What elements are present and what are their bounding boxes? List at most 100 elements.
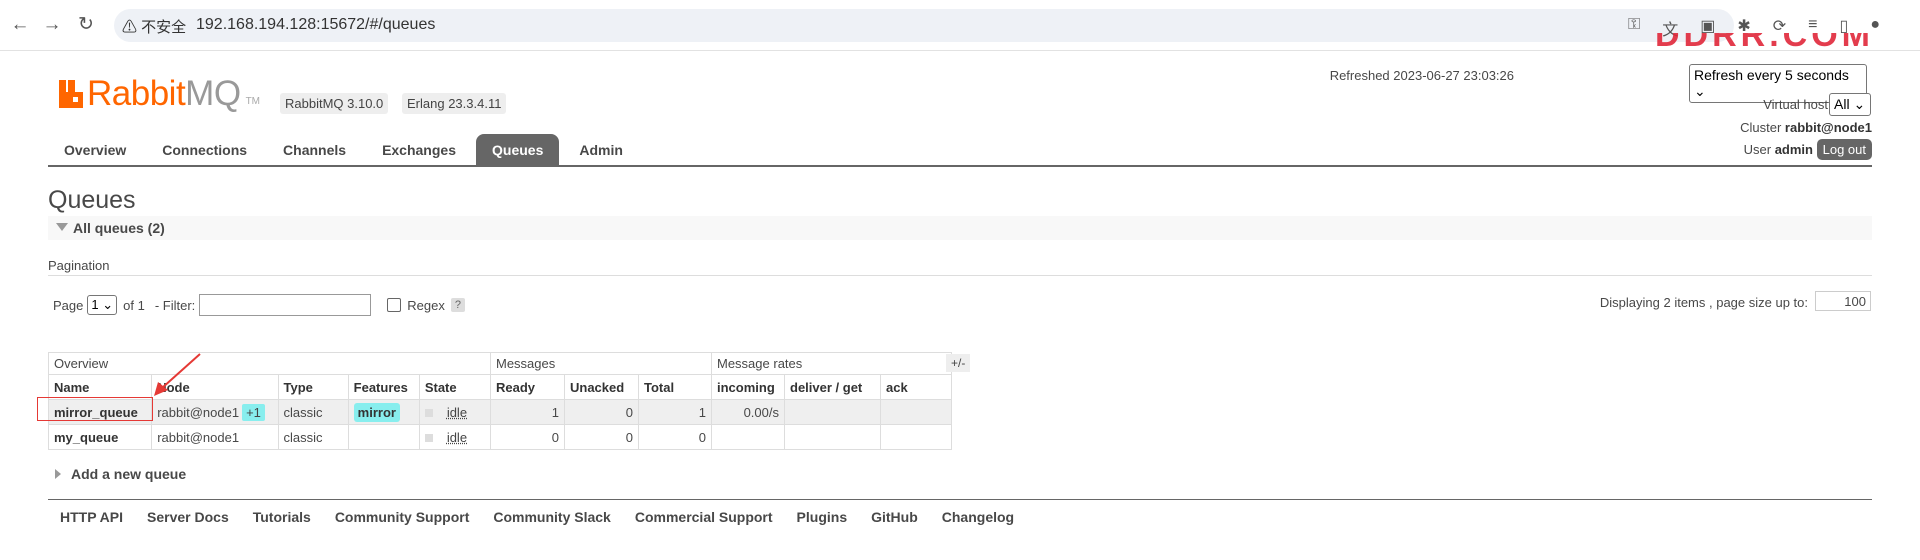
page-count: of 1: [123, 297, 145, 313]
reload-icon[interactable]: ↻: [74, 13, 98, 37]
page-title: Queues: [48, 186, 136, 214]
cluster-label: Cluster: [1740, 120, 1782, 135]
page-size-input[interactable]: 100: [1815, 291, 1871, 311]
user-value: admin: [1774, 142, 1813, 157]
filter-label: - Filter:: [154, 297, 196, 313]
regex-help-button[interactable]: ?: [450, 298, 465, 312]
state-label: idle: [446, 429, 468, 445]
footer-link-github[interactable]: GitHub: [871, 509, 918, 525]
col-incoming[interactable]: incoming: [711, 374, 785, 400]
table-row[interactable]: mirror_queue rabbit@node1 +1 classic mirr…: [47, 399, 952, 425]
url-text[interactable]: 192.168.194.128:15672/#/queues: [196, 16, 435, 34]
total-count: 0: [638, 424, 712, 450]
col-name[interactable]: Name: [47, 374, 153, 400]
refreshed-time: Refreshed 2023-06-27 23:03:26: [1329, 68, 1514, 83]
group-messages: Messages: [490, 352, 712, 375]
node-name: rabbit@node1: [157, 404, 240, 420]
tab-queues[interactable]: Queues: [476, 134, 560, 166]
footer-link-changelog[interactable]: Changelog: [942, 509, 1014, 525]
ready-count: 0: [490, 424, 565, 450]
main-tabs: Overview Connections Channels Exchanges …: [48, 134, 643, 166]
footer-link-http-api[interactable]: HTTP API: [60, 509, 123, 525]
rabbitmq-logo[interactable]: RabbitMQ TM: [59, 74, 260, 114]
chevron-down-icon: ⌄: [1694, 83, 1706, 99]
browser-toolbar: ← → ↻ ⚠ 不安全 192.168.194.128:15672/#/queu…: [0, 0, 1920, 51]
rabbitmq-version-badge: RabbitMQ 3.10.0: [280, 93, 389, 114]
state-label: idle: [446, 404, 468, 420]
annotation-arrow-icon: [154, 353, 201, 396]
chevron-down-icon: ⌄: [102, 297, 114, 312]
logo-mq-text: MQ: [185, 74, 241, 113]
col-state[interactable]: State: [418, 374, 492, 400]
col-total[interactable]: Total: [638, 374, 712, 400]
ack-rate: [880, 424, 952, 450]
col-ready[interactable]: Ready: [490, 374, 565, 400]
vhost-select[interactable]: All ⌄: [1829, 93, 1871, 116]
logout-button[interactable]: Log out: [1816, 139, 1872, 160]
ready-count: 1: [490, 399, 565, 425]
col-type[interactable]: Type: [277, 374, 349, 400]
pagination-divider: [48, 275, 1872, 276]
state-indicator-icon: [424, 409, 433, 418]
col-unacked[interactable]: Unacked: [564, 374, 639, 400]
regex-checkbox[interactable]: [387, 298, 402, 312]
rabbit-logo-icon: [59, 80, 83, 108]
footer-link-commercial-support[interactable]: Commercial Support: [635, 509, 773, 525]
security-warning[interactable]: ⚠ 不安全: [122, 16, 186, 37]
mirror-count-badge: +1: [242, 403, 265, 421]
col-ack[interactable]: ack: [880, 374, 952, 400]
add-queue-toggle[interactable]: Add a new queue: [55, 466, 186, 482]
logo-trademark: TM: [245, 95, 261, 107]
collapse-triangle-icon: [56, 223, 68, 231]
deliver-get-rate: [784, 399, 881, 425]
tab-exchanges[interactable]: Exchanges: [366, 134, 472, 166]
col-features[interactable]: Features: [347, 374, 420, 400]
queue-state: idle: [418, 424, 492, 450]
queue-features: mirror: [347, 399, 420, 425]
table-row[interactable]: my_queue rabbit@node1 classic idle 0 0 0: [47, 424, 952, 450]
page-select[interactable]: 1 ⌄: [87, 295, 118, 315]
filter-input[interactable]: [199, 294, 372, 316]
erlang-version-badge: Erlang 23.3.4.11: [402, 93, 507, 114]
user-info: User admin Log out: [1743, 139, 1872, 160]
chevron-down-icon: ⌄: [1853, 96, 1866, 112]
footer-link-tutorials[interactable]: Tutorials: [253, 509, 311, 525]
queue-type: classic: [277, 399, 349, 425]
logo-rabbit-text: Rabbit: [87, 74, 186, 113]
display-count-label: Displaying 2 items , page size up to:: [1599, 295, 1808, 310]
back-icon[interactable]: ←: [8, 13, 32, 37]
footer-link-community-slack[interactable]: Community Slack: [493, 509, 610, 525]
section-label: All queues (2): [73, 220, 165, 236]
footer-link-server-docs[interactable]: Server Docs: [147, 509, 229, 525]
queue-features: [347, 424, 420, 450]
regex-label: Regex: [407, 297, 445, 313]
user-label: User: [1743, 142, 1772, 157]
col-deliver-get[interactable]: deliver / get: [784, 374, 881, 400]
queue-name-link[interactable]: my_queue: [47, 424, 153, 450]
unacked-count: 0: [564, 399, 639, 425]
footer-link-plugins[interactable]: Plugins: [797, 509, 848, 525]
queue-node: rabbit@node1 +1: [151, 399, 279, 425]
incoming-rate: 0.00/s: [711, 399, 785, 425]
tab-divider: [48, 165, 1872, 167]
queue-state: idle: [418, 399, 492, 425]
group-overview: Overview: [48, 352, 491, 375]
toggle-columns-button[interactable]: +/-: [946, 354, 971, 372]
tab-channels[interactable]: Channels: [267, 134, 362, 166]
all-queues-section-toggle[interactable]: All queues (2): [48, 216, 1872, 240]
forward-icon[interactable]: →: [40, 13, 64, 37]
node-name: rabbit@node1: [157, 429, 240, 445]
tab-connections[interactable]: Connections: [146, 134, 263, 166]
key-icon[interactable]: ⚿: [1628, 16, 1640, 40]
queue-type: classic: [277, 424, 349, 450]
footer-link-community-support[interactable]: Community Support: [335, 509, 470, 525]
footer-divider: [48, 499, 1872, 500]
ack-rate: [880, 399, 952, 425]
unacked-count: 0: [564, 424, 639, 450]
footer-links: HTTP API Server Docs Tutorials Community…: [60, 509, 1014, 525]
tab-admin[interactable]: Admin: [563, 134, 639, 166]
tab-overview[interactable]: Overview: [48, 134, 142, 166]
mirror-feature-badge: mirror: [353, 402, 400, 422]
annotation-highlight-box: [37, 397, 153, 421]
total-count: 1: [638, 399, 712, 425]
